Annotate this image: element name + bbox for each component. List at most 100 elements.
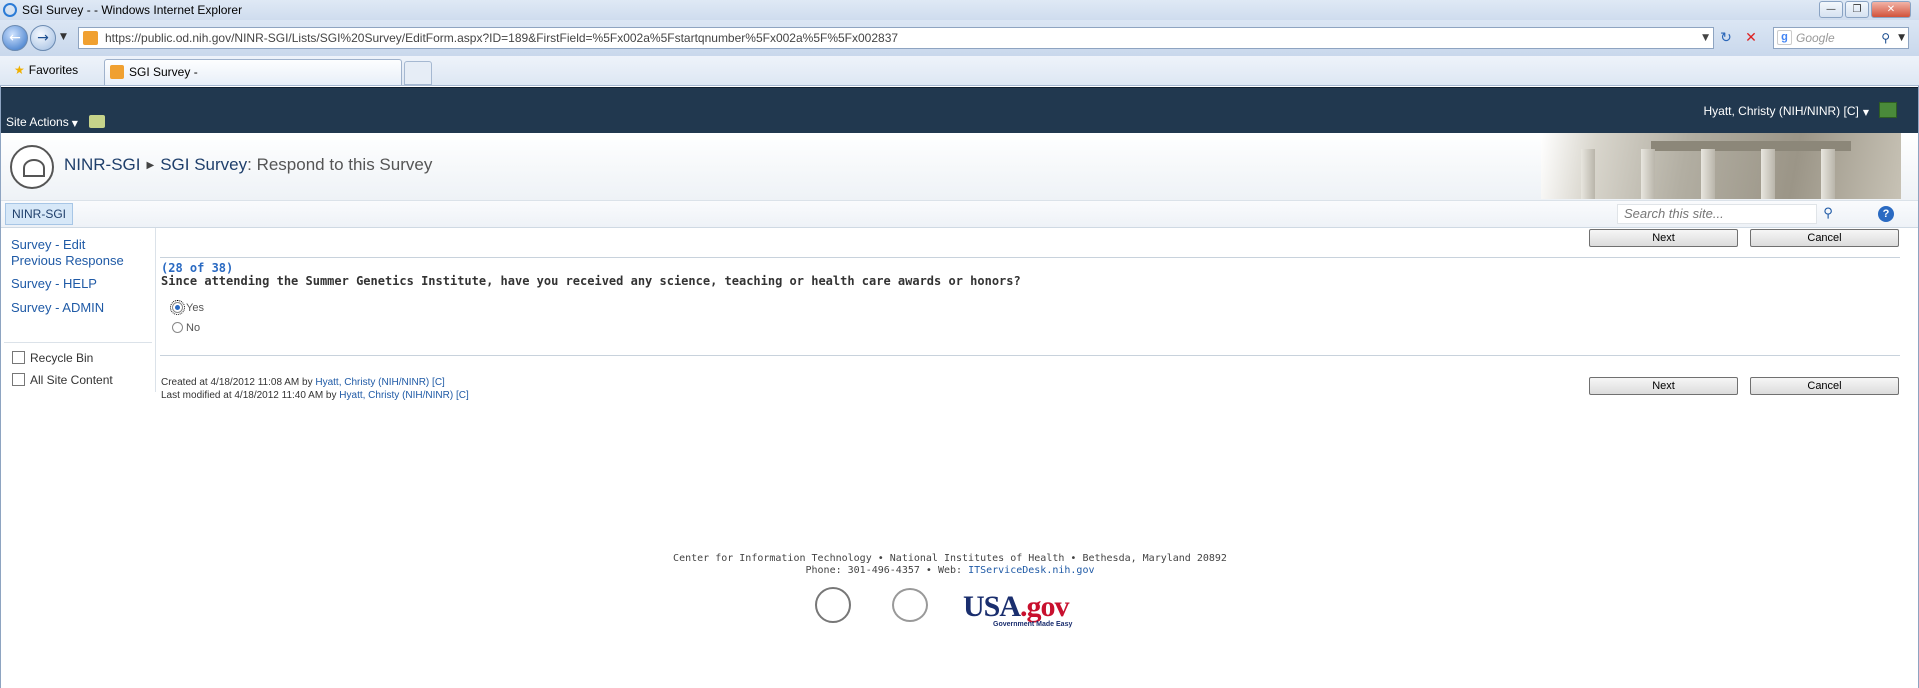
new-tab-button[interactable]	[404, 61, 432, 85]
chevron-down-icon: ▼	[1862, 108, 1869, 117]
site-search-input[interactable]: Search this site...	[1617, 204, 1817, 224]
option-label: Yes	[186, 302, 204, 314]
all-site-content-icon	[12, 373, 25, 386]
modified-info: Last modified at 4/18/2012 11:40 AM by H…	[161, 390, 469, 401]
nav-divider	[4, 342, 152, 343]
footer-address: Center for Information Technology • Nati…	[673, 553, 1227, 564]
page-title: : Respond to this Survey	[247, 155, 433, 174]
address-bar: ← → ▼ https://public.od.nih.gov/NINR-SGI…	[0, 20, 1919, 56]
favorites-label: Favorites	[28, 63, 79, 77]
recycle-bin-label: Recycle Bin	[30, 351, 94, 365]
created-text: Created at 4/18/2012 11:08 AM by	[161, 377, 316, 388]
top-navigation: NINR-SGI Search this site... ⚲ ?	[0, 201, 1919, 228]
window-title: SGI Survey - - Windows Internet Explorer	[22, 3, 243, 17]
site-actions-menu[interactable]: Site Actions ▼	[6, 115, 78, 129]
back-button[interactable]: ←	[2, 25, 28, 51]
site-favicon-icon	[83, 31, 98, 45]
url-text: https://public.od.nih.gov/NINR-SGI/Lists…	[105, 31, 899, 45]
footer: Center for Information Technology • Nati…	[0, 553, 1900, 577]
radio-selected-icon[interactable]	[170, 300, 185, 315]
minimize-icon[interactable]: —	[1819, 1, 1843, 18]
banner-column	[1701, 149, 1715, 199]
site-actions-label: Site Actions	[6, 115, 69, 129]
nav-survey-help[interactable]: Survey - HELP	[11, 276, 97, 292]
footer-contact: Phone: 301-496-4357 • Web: ITServiceDesk…	[0, 565, 1900, 577]
search-placeholder: Google	[1796, 31, 1835, 45]
favorites-button[interactable]: ★ Favorites	[14, 63, 78, 77]
footer-phone: Phone: 301-496-4357 • Web:	[805, 565, 969, 576]
form-divider	[160, 355, 1900, 356]
banner-column	[1641, 149, 1655, 199]
option-yes[interactable]: Yes	[170, 300, 204, 315]
usa-gov-tagline: Government Made Easy	[993, 621, 1073, 628]
help-icon[interactable]: ?	[1878, 206, 1894, 222]
user-name: Hyatt, Christy (NIH/NINR) [C]	[1703, 104, 1859, 118]
recycle-bin-link[interactable]: Recycle Bin	[12, 351, 93, 365]
next-button-bottom[interactable]: Next	[1589, 377, 1738, 395]
sharepoint-ribbon: Site Actions ▼ Hyatt, Christy (NIH/NINR) …	[0, 87, 1919, 133]
recent-pages-dropdown-icon[interactable]: ▼	[60, 32, 67, 42]
star-icon: ★	[14, 63, 25, 77]
search-icon[interactable]: ⚲	[1881, 28, 1890, 48]
created-by-link[interactable]: Hyatt, Christy (NIH/NINR) [C]	[315, 377, 444, 388]
nih-building-banner	[1541, 133, 1901, 199]
google-icon: g	[1777, 30, 1792, 45]
nav-edit-previous-response[interactable]: Survey - Edit Previous Response	[11, 237, 124, 269]
window-titlebar: SGI Survey - - Windows Internet Explorer…	[0, 0, 1919, 20]
quick-launch: Survey - Edit Previous Response Survey - …	[0, 228, 156, 392]
usa-logo-text: USA	[963, 590, 1021, 623]
banner-column	[1821, 149, 1835, 199]
stop-icon[interactable]: ✕	[1741, 28, 1761, 48]
refresh-icon[interactable]: ↻	[1716, 28, 1736, 48]
option-no[interactable]: No	[172, 322, 200, 334]
all-site-content-link[interactable]: All Site Content	[12, 373, 113, 387]
recycle-bin-icon	[12, 351, 25, 364]
gov-logo-text: .gov	[1020, 590, 1069, 623]
breadcrumb-site[interactable]: NINR-SGI	[64, 155, 141, 174]
form-divider	[160, 257, 1900, 258]
nav-survey-admin[interactable]: Survey - ADMIN	[11, 300, 104, 316]
url-field[interactable]: https://public.od.nih.gov/NINR-SGI/Lists…	[78, 27, 1714, 49]
favorites-bar: ★ Favorites SGI Survey -	[0, 56, 1919, 86]
browser-tab[interactable]: SGI Survey -	[104, 59, 402, 85]
created-info: Created at 4/18/2012 11:08 AM by Hyatt, …	[161, 377, 445, 388]
breadcrumb-separator-icon: ▶	[146, 160, 155, 171]
tab-ninr-sgi[interactable]: NINR-SGI	[5, 203, 73, 225]
restore-icon[interactable]: ❐	[1845, 1, 1869, 18]
cancel-button-top[interactable]: Cancel	[1750, 229, 1899, 247]
search-dropdown-icon[interactable]: ▼	[1898, 28, 1905, 48]
close-icon[interactable]: ✕	[1871, 1, 1911, 18]
nih-seal-icon[interactable]	[815, 587, 851, 623]
ie-logo-icon	[3, 3, 17, 17]
nav-label: Previous Response	[11, 253, 124, 268]
forward-button[interactable]: →	[30, 25, 56, 51]
window-controls: — ❐ ✕	[1819, 1, 1911, 18]
breadcrumb: NINR-SGI ▶ SGI Survey: Respond to this Sur…	[64, 155, 432, 175]
browser-search-input[interactable]: g Google ⚲ ▼	[1773, 27, 1909, 49]
cancel-button-bottom[interactable]: Cancel	[1750, 377, 1899, 395]
nav-label: Survey - Edit	[11, 237, 86, 252]
navigate-up-icon[interactable]	[89, 115, 105, 128]
hhs-logo-icon[interactable]	[892, 588, 928, 622]
nih-logo-icon	[10, 145, 54, 189]
usa-gov-logo[interactable]: USA.gov Government Made Easy	[963, 590, 1072, 628]
banner-column	[1761, 149, 1775, 199]
all-site-content-label: All Site Content	[30, 373, 113, 387]
it-service-desk-link[interactable]: ITServiceDesk.nih.gov	[968, 565, 1094, 576]
banner-column	[1581, 149, 1595, 199]
question-progress: (28 of 38)	[161, 261, 234, 275]
modified-text: Last modified at 4/18/2012 11:40 AM by	[161, 390, 340, 401]
radio-icon[interactable]	[172, 322, 183, 333]
modified-by-link[interactable]: Hyatt, Christy (NIH/NINR) [C]	[339, 390, 468, 401]
url-dropdown-icon[interactable]: ▼	[1702, 28, 1709, 48]
search-icon[interactable]: ⚲	[1817, 204, 1839, 224]
site-search-placeholder: Search this site...	[1624, 206, 1724, 221]
user-menu[interactable]: Hyatt, Christy (NIH/NINR) [C] ▼	[1704, 104, 1870, 118]
breadcrumb-list[interactable]: SGI Survey	[160, 155, 247, 174]
next-button-top[interactable]: Next	[1589, 229, 1738, 247]
site-title-area: NINR-SGI ▶ SGI Survey: Respond to this Sur…	[0, 133, 1919, 201]
excel-icon[interactable]	[1879, 102, 1897, 118]
tab-favicon-icon	[110, 65, 124, 79]
chevron-down-icon: ▼	[71, 119, 78, 128]
option-label: No	[186, 322, 201, 334]
